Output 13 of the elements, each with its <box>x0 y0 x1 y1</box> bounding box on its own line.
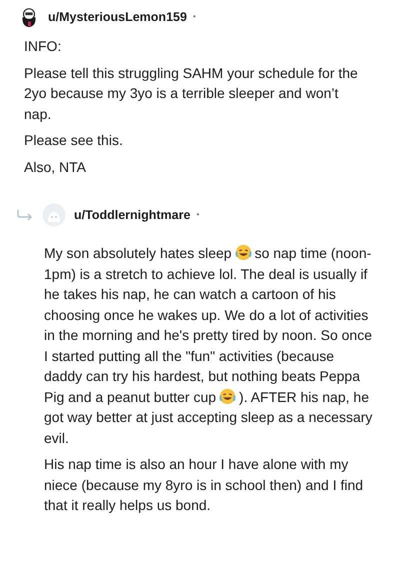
separator-dot: • <box>196 209 200 221</box>
comment-paragraph: INFO: <box>24 37 62 56</box>
laughing-emoji-icon <box>219 388 236 404</box>
comment-paragraph: Please tell this struggling SAHM your schedule for the 2yo because my 3yo is a terrible sleeper and won’t nap. <box>24 64 359 124</box>
laughing-emoji-icon <box>234 244 252 261</box>
comment-paragraph: My son absolutely hates sleep so nap time (noon-1pm) is a stretch to achieve lol. The deal is usually if he takes his nap, he can watch a cartoon of his choosing once he wakes up. We do a lot of activities in the morning and he's pretty tired by noon. So once I started putting all the "fun" activities (because daddy can try his hardest, but nothing beats Peppa Pig and a peanut butter cup ). AFTER his nap, he got way better at just accepting sleep as a necessary evil. <box>44 243 374 448</box>
reply-arrow-icon <box>16 209 34 221</box>
username[interactable]: u/MysteriousLemon159 <box>48 8 187 26</box>
username[interactable]: u/Toddlernightmare <box>74 206 190 224</box>
comment-paragraph: Also, NTA <box>24 158 87 176</box>
separator-dot: • <box>192 11 196 23</box>
comment-paragraph: His nap time is also an hour I have alone with my niece (because my 8yro is in school then) and I find that it really helps us bond. <box>44 455 364 515</box>
comment-paragraph: Please see this. <box>24 131 124 150</box>
